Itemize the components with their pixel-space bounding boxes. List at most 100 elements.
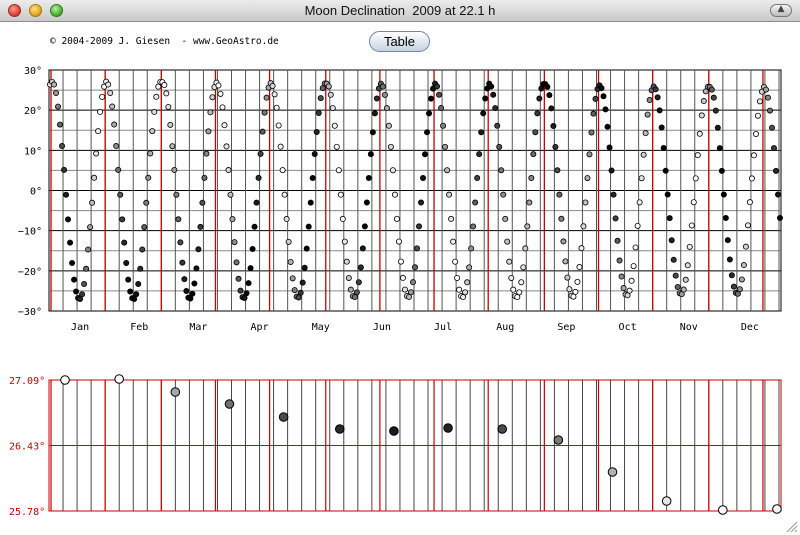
declination-point (642, 130, 649, 137)
declination-point (253, 199, 260, 206)
declination-point (183, 288, 190, 295)
declination-point (135, 280, 142, 287)
declination-point (81, 280, 88, 287)
declination-point (209, 94, 216, 101)
declination-point (592, 95, 599, 102)
declination-point (768, 124, 775, 131)
resize-grip-icon[interactable] (786, 521, 798, 533)
declination-point (720, 191, 727, 198)
declination-point (448, 215, 455, 222)
max-declination-point (443, 423, 453, 433)
declination-point (714, 124, 721, 131)
declination-point (718, 167, 725, 174)
declination-point (628, 277, 635, 284)
declination-point (237, 287, 244, 294)
declination-point (554, 167, 561, 174)
declination-point (698, 112, 705, 119)
declination-point (688, 222, 695, 229)
declination-point (488, 83, 495, 90)
declination-point (67, 239, 74, 246)
declination-point (285, 238, 292, 245)
declination-point (536, 95, 543, 102)
declination-point (424, 129, 431, 136)
declination-point (193, 265, 200, 272)
declination-point (654, 94, 661, 101)
declination-point (315, 109, 322, 116)
declination-point (119, 216, 126, 223)
declination-point (762, 86, 769, 93)
declination-point (508, 274, 515, 281)
declination-point (85, 246, 92, 253)
declination-point (436, 91, 443, 98)
declination-point (652, 86, 659, 93)
declination-point (710, 94, 717, 101)
declination-point (442, 143, 449, 150)
declination-point (309, 174, 316, 181)
declination-point (95, 128, 102, 135)
declination-point (357, 264, 364, 271)
declination-point (91, 174, 98, 181)
declination-point (115, 166, 122, 173)
declination-point (674, 283, 681, 290)
declination-point (391, 191, 398, 198)
declination-point (502, 215, 509, 222)
declination-point (299, 279, 306, 286)
declination-point (269, 83, 276, 90)
month-label: Dec (741, 322, 759, 333)
declination-point (233, 259, 240, 266)
declination-point (522, 245, 529, 252)
declination-point (111, 121, 118, 128)
declination-point (504, 238, 511, 245)
declination-point (552, 144, 559, 151)
declination-point (684, 262, 691, 269)
month-label: Apr (251, 322, 269, 333)
declination-point (730, 283, 737, 290)
declination-point (409, 279, 416, 286)
declination-point (428, 95, 435, 102)
declination-point (257, 150, 264, 157)
declination-point (708, 86, 715, 93)
declination-point (700, 98, 707, 105)
declination-point (51, 81, 58, 88)
declination-point (544, 83, 551, 90)
y-tick-label: 20° (24, 106, 42, 117)
declination-point (311, 151, 318, 158)
month-label: Jul (434, 322, 452, 333)
declination-point (121, 239, 128, 246)
declination-point (494, 122, 501, 129)
declination-point (365, 175, 372, 182)
declination-point (490, 91, 497, 98)
declination-point (422, 151, 429, 158)
declination-point (634, 222, 641, 229)
declination-point (163, 90, 170, 97)
declination-point (722, 215, 729, 222)
declination-point (383, 105, 390, 112)
declination-point (205, 128, 212, 135)
declination-point (614, 237, 621, 244)
declination-point (434, 83, 441, 90)
declination-point (626, 287, 633, 294)
max-declination-point (553, 435, 564, 445)
month-label: Feb (130, 322, 148, 333)
max-declination-point (718, 505, 728, 515)
declination-point (225, 167, 232, 174)
declination-point (584, 175, 591, 182)
declination-point (656, 107, 663, 114)
declination-point (273, 104, 280, 111)
declination-point (476, 151, 483, 158)
declination-point (127, 288, 134, 295)
declination-point (618, 273, 625, 280)
declination-point (327, 91, 334, 98)
declination-point (57, 121, 64, 128)
declination-point (742, 243, 749, 250)
declination-point (305, 223, 312, 230)
declination-point (590, 110, 597, 117)
declination-point (107, 89, 114, 96)
month-label: Aug (496, 322, 514, 333)
declination-point (506, 258, 513, 265)
declination-point (229, 216, 236, 223)
declination-point (113, 143, 120, 150)
declination-point (243, 290, 250, 297)
declination-point (426, 110, 433, 117)
y-tick-label: 30° (24, 66, 42, 77)
